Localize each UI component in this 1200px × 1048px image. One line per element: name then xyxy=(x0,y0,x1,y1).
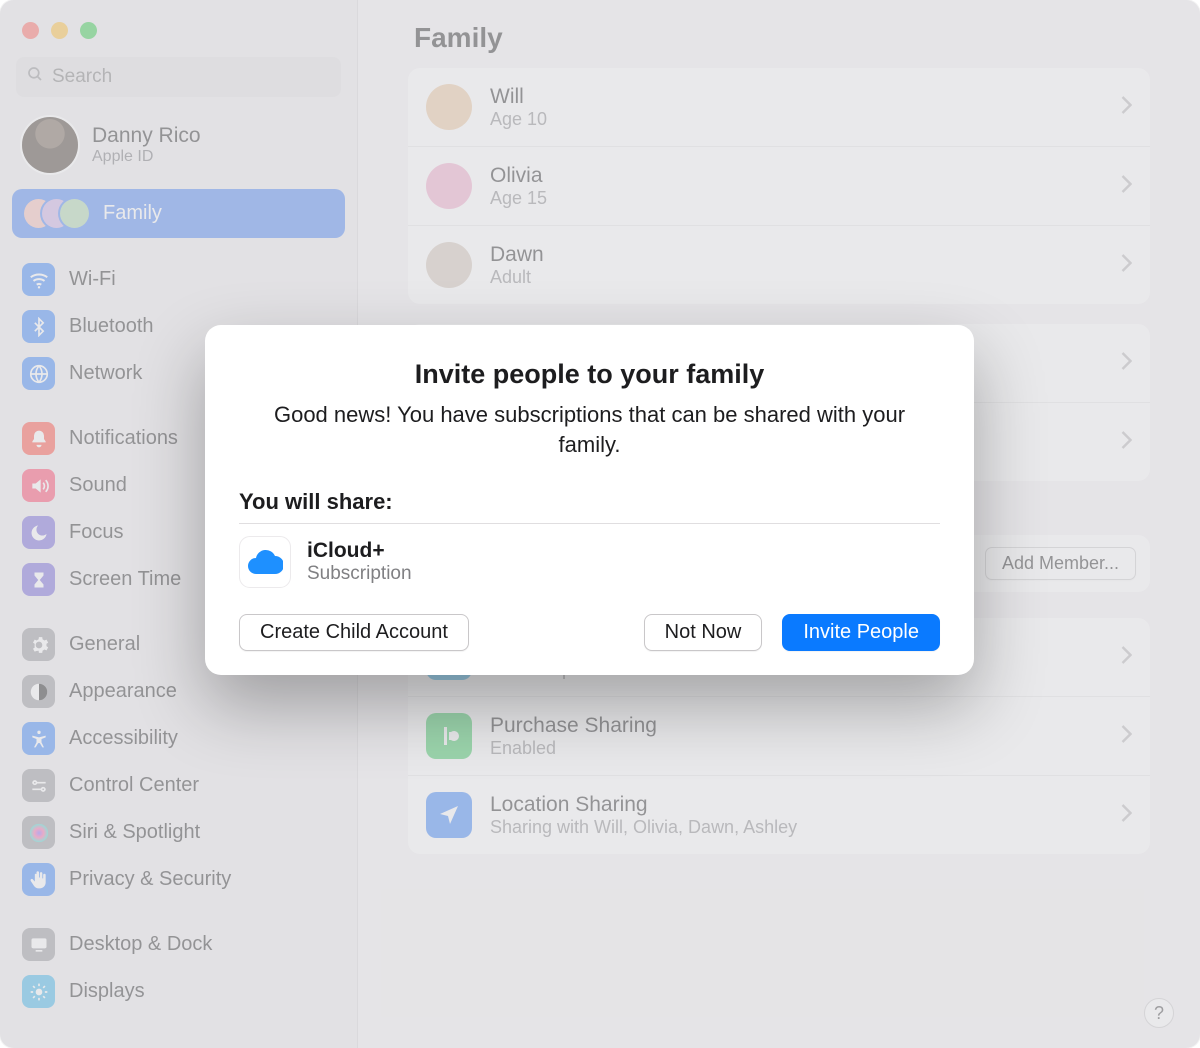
feature-icon xyxy=(426,792,472,838)
sidebar-item-label: Displays xyxy=(69,980,145,1003)
control-center-icon xyxy=(22,769,55,802)
family-member-row[interactable]: OliviaAge 15 xyxy=(408,146,1150,225)
sidebar-item-label: Accessibility xyxy=(69,727,178,750)
account-name: Danny Rico xyxy=(92,124,201,148)
family-avatars-icon xyxy=(24,199,89,228)
sidebar-item-label: Screen Time xyxy=(69,568,181,591)
chevron-right-icon xyxy=(1121,646,1132,669)
sidebar-item-label: General xyxy=(69,633,140,656)
accessibility-icon xyxy=(22,722,55,755)
settings-window: Danny Rico Apple ID Family Wi-Fi Bluetoot… xyxy=(0,0,1200,1048)
share-item-title: iCloud+ xyxy=(307,539,412,563)
chevron-right-icon xyxy=(1121,725,1132,748)
feature-icon xyxy=(426,713,472,759)
create-child-account-button[interactable]: Create Child Account xyxy=(239,614,469,651)
sidebar-item-wi-fi[interactable]: Wi-Fi xyxy=(12,256,345,303)
feature-title: Purchase Sharing xyxy=(490,714,657,738)
desktop-icon xyxy=(22,928,55,961)
zoom-window-button[interactable] xyxy=(80,22,97,39)
chevron-right-icon xyxy=(1121,175,1132,198)
modal-subtitle: Good news! You have subscriptions that c… xyxy=(249,400,930,459)
chevron-right-icon xyxy=(1121,804,1132,827)
sidebar-item-label: Focus xyxy=(69,521,123,544)
family-member-row[interactable]: WillAge 10 xyxy=(408,68,1150,146)
sidebar-item-family[interactable]: Family xyxy=(12,189,345,238)
appearance-icon xyxy=(22,675,55,708)
sidebar-item-label: Siri & Spotlight xyxy=(69,821,200,844)
moon-icon xyxy=(22,516,55,549)
sidebar-item-label: Notifications xyxy=(69,427,178,450)
divider xyxy=(239,523,940,524)
avatar xyxy=(426,163,472,209)
member-sub: Age 15 xyxy=(490,188,547,209)
hand-icon xyxy=(22,863,55,896)
feature-sub: Enabled xyxy=(490,738,657,759)
search-icon xyxy=(26,65,44,89)
sidebar-item-displays[interactable]: Displays xyxy=(12,968,345,1015)
search-input[interactable] xyxy=(52,66,331,88)
member-name: Dawn xyxy=(490,243,544,267)
sidebar-item-label: Privacy & Security xyxy=(69,868,231,891)
avatar xyxy=(22,117,78,173)
page-title: Family xyxy=(358,0,1200,64)
sidebar-item-appearance[interactable]: Appearance xyxy=(12,668,345,715)
hourglass-icon xyxy=(22,563,55,596)
apple-id-row[interactable]: Danny Rico Apple ID xyxy=(0,107,357,189)
sidebar-item-label: Family xyxy=(103,202,162,225)
gear-icon xyxy=(22,628,55,661)
feature-sub: Sharing with Will, Olivia, Dawn, Ashley xyxy=(490,817,797,838)
family-member-row[interactable]: DawnAdult xyxy=(408,225,1150,304)
sidebar-item-control-center[interactable]: Control Center xyxy=(12,762,345,809)
feature-title: Location Sharing xyxy=(490,793,797,817)
avatar xyxy=(426,84,472,130)
search-field[interactable] xyxy=(16,57,341,97)
sidebar-item-label: Desktop & Dock xyxy=(69,933,212,956)
displays-icon xyxy=(22,975,55,1008)
bluetooth-icon xyxy=(22,310,55,343)
invite-people-button[interactable]: Invite People xyxy=(782,614,940,651)
siri-icon xyxy=(22,816,55,849)
wifi-icon xyxy=(22,263,55,296)
chevron-right-icon xyxy=(1121,96,1132,119)
sidebar-item-desktop-dock[interactable]: Desktop & Dock xyxy=(12,921,345,968)
sidebar-item-label: Network xyxy=(69,362,142,385)
member-name: Olivia xyxy=(490,164,547,188)
sidebar-item-accessibility[interactable]: Accessibility xyxy=(12,715,345,762)
feature-row-location-sharing[interactable]: Location SharingSharing with Will, Olivi… xyxy=(408,775,1150,854)
chevron-right-icon xyxy=(1121,431,1132,454)
sidebar-item-label: Appearance xyxy=(69,680,177,703)
member-sub: Adult xyxy=(490,267,544,288)
feature-row-purchase-sharing[interactable]: Purchase SharingEnabled xyxy=(408,696,1150,775)
invite-modal: Invite people to your family Good news! … xyxy=(205,325,974,675)
modal-title: Invite people to your family xyxy=(239,359,940,390)
member-sub: Age 10 xyxy=(490,109,547,130)
sound-icon xyxy=(22,469,55,502)
chevron-right-icon xyxy=(1121,352,1132,375)
share-item-sub: Subscription xyxy=(307,563,412,585)
chevron-right-icon xyxy=(1121,254,1132,277)
icloud-icon xyxy=(239,536,291,588)
sidebar-item-label: Bluetooth xyxy=(69,315,154,338)
not-now-button[interactable]: Not Now xyxy=(644,614,763,651)
bell-icon xyxy=(22,422,55,455)
avatar xyxy=(426,242,472,288)
network-icon xyxy=(22,357,55,390)
sidebar-item-siri-spotlight[interactable]: Siri & Spotlight xyxy=(12,809,345,856)
close-window-button[interactable] xyxy=(22,22,39,39)
member-name: Will xyxy=(490,85,547,109)
account-subtitle: Apple ID xyxy=(92,148,201,166)
minimize-window-button[interactable] xyxy=(51,22,68,39)
add-member-button[interactable]: Add Member... xyxy=(985,547,1136,580)
family-members-panel: WillAge 10OliviaAge 15DawnAdult xyxy=(408,68,1150,304)
share-item-icloud: iCloud+ Subscription xyxy=(239,536,940,588)
window-controls xyxy=(0,12,357,57)
sidebar-item-label: Wi-Fi xyxy=(69,268,116,291)
share-heading: You will share: xyxy=(239,489,940,515)
sidebar-item-label: Control Center xyxy=(69,774,199,797)
sidebar-item-label: Sound xyxy=(69,474,127,497)
sidebar-item-privacy-security[interactable]: Privacy & Security xyxy=(12,856,345,903)
help-button[interactable]: ? xyxy=(1144,998,1174,1028)
